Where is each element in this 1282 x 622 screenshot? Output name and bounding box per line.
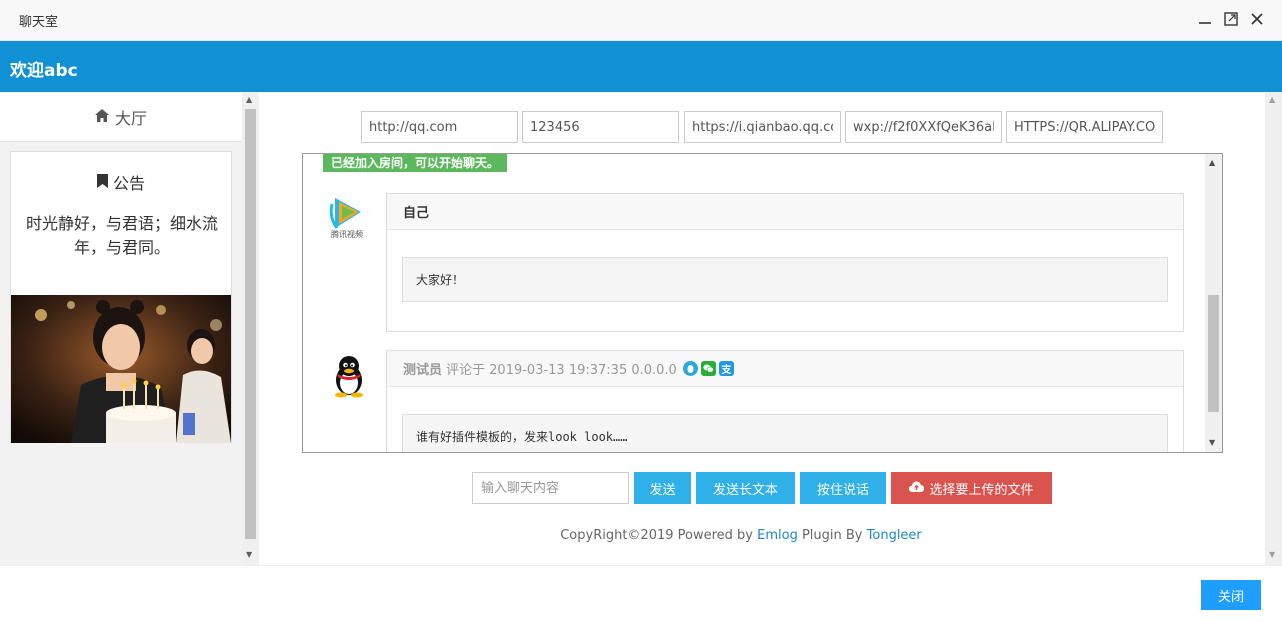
copyright: CopyRight©2019 Powered by Emlog Plugin B… bbox=[0, 528, 1242, 543]
notice-text: 时光静好，与君语；细水流年，与君同。 bbox=[25, 214, 218, 257]
wechat-icon[interactable] bbox=[700, 361, 716, 376]
notice-heading: 公告 bbox=[11, 170, 231, 194]
close-button[interactable]: 关闭 bbox=[1201, 580, 1261, 610]
dialog-footer bbox=[0, 565, 1282, 622]
message-author: 测试员 bbox=[403, 363, 443, 378]
avatar bbox=[329, 354, 369, 398]
upload-file-label: 选择要上传的文件 bbox=[929, 482, 1034, 498]
message-meta: 评论于 2019-03-13 19:37:35 0.0.0.0 bbox=[446, 363, 677, 378]
qq-icon[interactable] bbox=[682, 361, 698, 376]
message-item: 自己 大家好！ bbox=[386, 193, 1184, 332]
link-input-1[interactable] bbox=[361, 111, 518, 143]
home-icon bbox=[94, 107, 109, 126]
bookmark-icon bbox=[96, 173, 108, 192]
window-title: 聊天室 bbox=[19, 15, 59, 30]
message-header: 自己 bbox=[387, 194, 1183, 230]
scroll-up-icon[interactable]: ▲ bbox=[1209, 158, 1215, 167]
close-icon[interactable] bbox=[1248, 10, 1266, 28]
emlog-link[interactable]: Emlog bbox=[757, 528, 798, 543]
joined-notice: 已经加入房间，可以开始聊天。 bbox=[323, 154, 508, 172]
message-header: 测试员 评论于 2019-03-13 19:37:35 0.0.0.0 支 bbox=[387, 351, 1183, 387]
sidebar-scroll-thumb[interactable] bbox=[245, 109, 256, 539]
maximize-icon[interactable] bbox=[1222, 10, 1240, 28]
upload-file-button[interactable]: 选择要上传的文件 bbox=[891, 472, 1052, 504]
scroll-down-icon[interactable]: ▼ bbox=[246, 550, 252, 559]
notice-title: 公告 bbox=[112, 174, 145, 193]
tab-hall-label: 大厅 bbox=[114, 108, 147, 128]
welcome-text: 欢迎abc bbox=[10, 61, 78, 81]
app-header: 欢迎abc bbox=[0, 41, 1282, 92]
copyright-prefix: CopyRight©2019 Powered by bbox=[560, 528, 758, 543]
message-item: 测试员 评论于 2019-03-13 19:37:35 0.0.0.0 支 谁有… bbox=[386, 350, 1184, 452]
chat-scrollbar[interactable]: ▲ ▼ bbox=[1205, 154, 1222, 452]
chat-scroll-thumb[interactable] bbox=[1208, 295, 1219, 412]
window-titlebar: 聊天室 bbox=[0, 0, 1282, 41]
author-link[interactable]: Tongleer bbox=[867, 528, 922, 543]
scroll-up-icon[interactable]: ▲ bbox=[246, 95, 252, 104]
alipay-icon[interactable]: 支 bbox=[718, 361, 734, 376]
link-input-4[interactable] bbox=[845, 111, 1002, 143]
send-button[interactable]: 发送 bbox=[634, 472, 691, 504]
link-input-3[interactable] bbox=[684, 111, 841, 143]
main-scrollbar[interactable]: ▲ ▼ bbox=[1265, 92, 1282, 565]
message-author: 自己 bbox=[403, 206, 430, 221]
svg-text:腾讯视频: 腾讯视频 bbox=[331, 229, 363, 238]
chat-input[interactable] bbox=[472, 472, 629, 504]
copyright-middle: Plugin By bbox=[797, 528, 867, 543]
scroll-down-icon[interactable]: ▼ bbox=[1269, 550, 1275, 559]
message-body: 大家好！ bbox=[402, 257, 1168, 302]
link-input-5[interactable] bbox=[1006, 111, 1163, 143]
avatar: 腾讯视频 bbox=[329, 194, 369, 239]
notice-photo bbox=[11, 295, 231, 443]
message-body: 谁有好插件模板的，发来look look…… bbox=[402, 414, 1168, 452]
scroll-up-icon[interactable]: ▲ bbox=[1269, 95, 1275, 104]
send-long-text-button[interactable]: 发送长文本 bbox=[696, 472, 795, 504]
cloud-upload-icon bbox=[909, 481, 925, 496]
scroll-down-icon[interactable]: ▼ bbox=[1209, 438, 1215, 447]
sidebar-scrollbar[interactable]: ▲ ▼ bbox=[242, 92, 259, 565]
minimize-icon[interactable] bbox=[1196, 10, 1214, 28]
chat-panel: 已经加入房间，可以开始聊天。 腾讯视频 自己 大家好！ 测试员 评论于 2019… bbox=[302, 153, 1223, 453]
hold-to-talk-button[interactable]: 按住说话 bbox=[800, 472, 886, 504]
sidebar: 大厅 公告 时光静好，与君语；细水流年，与君同。 ▲ ▼ bbox=[0, 92, 259, 565]
tab-hall[interactable]: 大厅 bbox=[0, 92, 242, 142]
link-input-2[interactable] bbox=[522, 111, 679, 143]
notice-card: 公告 时光静好，与君语；细水流年，与君同。 bbox=[10, 151, 232, 443]
